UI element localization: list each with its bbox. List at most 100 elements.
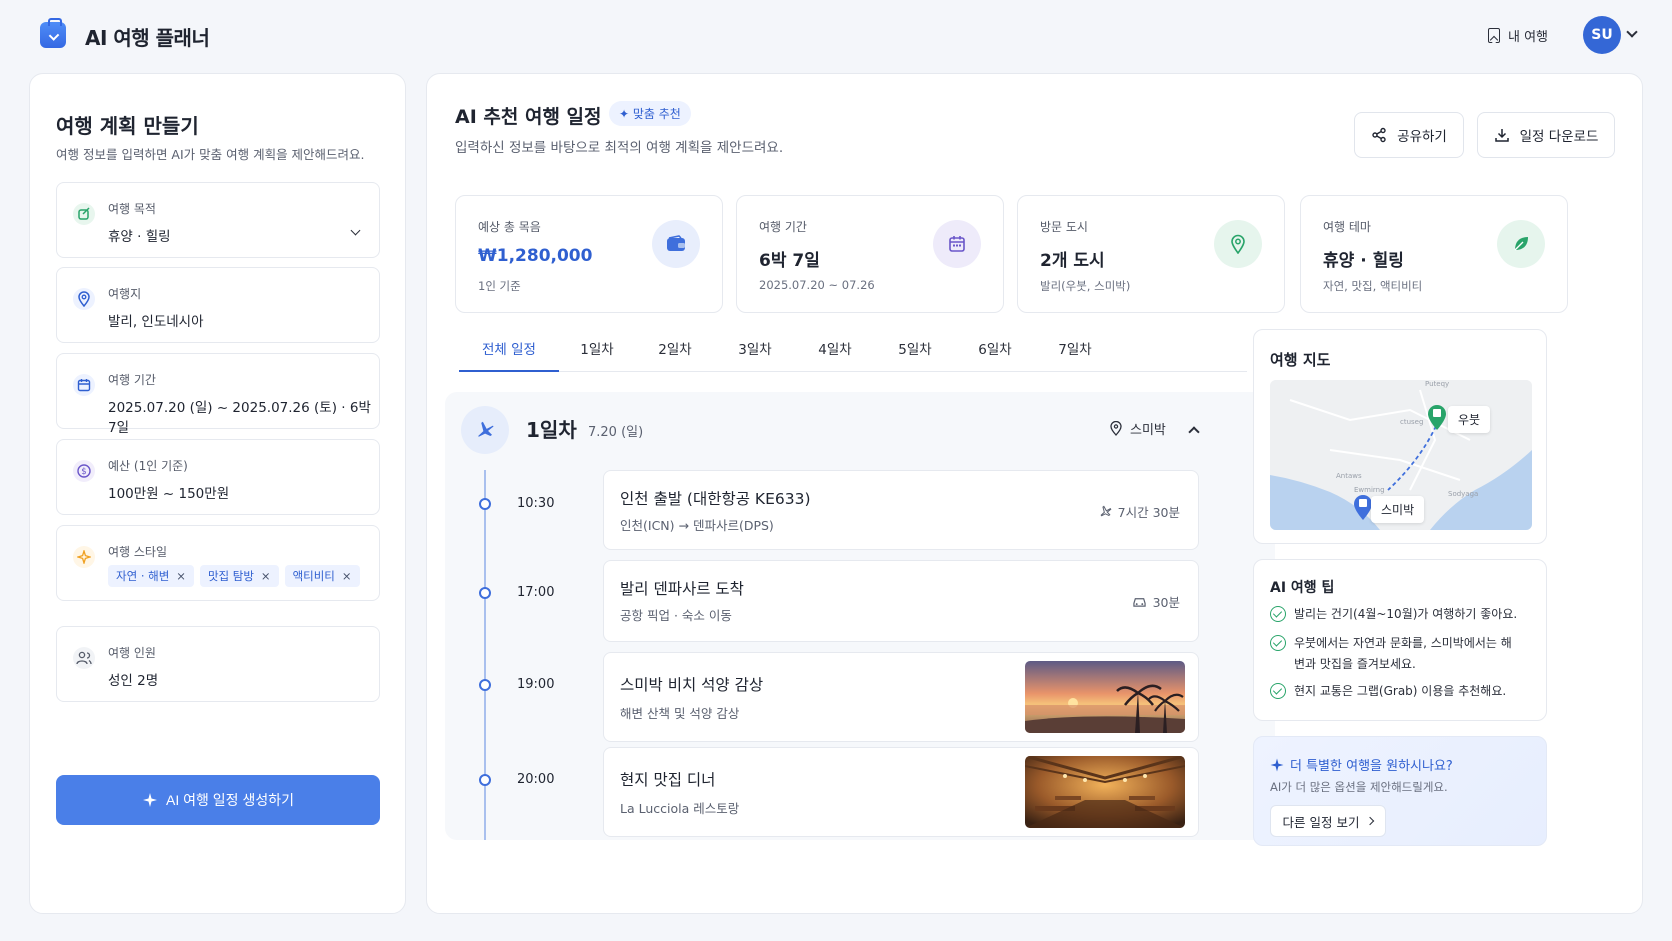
check-circle-icon	[1270, 606, 1286, 622]
budget-value: 100만원 ~ 150만원	[108, 486, 230, 502]
period-field[interactable]: 여행 기간 2025.07.20 (일) ~ 2025.07.26 (토) · …	[56, 353, 380, 436]
purpose-value: 휴양 · 힐링	[108, 229, 171, 245]
destination-field[interactable]: 여행지 발리, 인도네시아	[56, 267, 380, 343]
day-location: 스미박	[1110, 419, 1166, 438]
destination-value: 발리, 인도네시아	[108, 314, 204, 330]
day-tabs: 전체 일정 1일차 2일차 3일차 4일차 5일차 6일차 7일차	[459, 330, 1247, 372]
plane-icon	[461, 406, 509, 454]
timeline-dot	[479, 587, 491, 599]
people-label: 여행 인원	[108, 646, 156, 660]
bookmark-icon	[1488, 28, 1500, 43]
style-tags: 자연 · 해변 × 맛집 탐방 × 액티비티 ×	[108, 565, 366, 587]
tab-day-5[interactable]: 5일차	[875, 330, 955, 372]
close-icon[interactable]: ×	[261, 569, 271, 583]
tab-all[interactable]: 전체 일정	[459, 330, 559, 372]
check-circle-icon	[1270, 635, 1286, 651]
day-location-label: 스미박	[1130, 423, 1166, 438]
svg-text:$: $	[81, 467, 86, 477]
share-button[interactable]: 공유하기	[1354, 112, 1464, 158]
style-tag[interactable]: 맛집 탐방 ×	[199, 565, 279, 587]
stat-card-theme: 여행 테마 휴양 · 힐링 자연, 맛집, 액티비티	[1300, 195, 1568, 313]
map-pin-icon	[1214, 220, 1262, 268]
dollar-coin-icon: $	[73, 460, 95, 482]
wallet-icon	[652, 220, 700, 268]
timeline-dot	[479, 774, 491, 786]
destination-label: 여행지	[108, 287, 142, 301]
trip-form-panel: 여행 계획 만들기 여행 정보를 입력하면 AI가 맞춤 여행 계획을 제안해드…	[29, 73, 406, 914]
event-card[interactable]: 스미박 비치 석양 감상 해변 산책 및 석양 감상	[603, 652, 1199, 742]
calendar-icon	[933, 220, 981, 268]
purpose-select[interactable]: 여행 목적 휴양 · 힐링	[56, 182, 380, 258]
chevron-up-icon[interactable]	[1188, 426, 1200, 438]
custom-recommend-badge: ✦ 맞춤 추천	[609, 101, 691, 126]
stat-value: 2개 도시	[1040, 251, 1105, 271]
itinerary-title: AI 추천 여행 일정	[455, 106, 602, 128]
map-place-label: Ewmirng	[1354, 486, 1385, 494]
tab-day-7[interactable]: 7일차	[1035, 330, 1115, 372]
generate-itinerary-button[interactable]: AI 여행 일정 생성하기	[56, 775, 380, 825]
stat-sub: 자연, 맛집, 액티비티	[1323, 279, 1423, 293]
tip-item: 현지 교통은 그랩(Grab) 이용을 추천해요.	[1270, 681, 1506, 702]
day-date: 7.20 (일)	[588, 425, 644, 440]
calendar-icon	[73, 374, 95, 396]
promo-title: 더 특별한 여행을 원하시나요?	[1270, 755, 1453, 774]
check-circle-icon	[1270, 683, 1286, 699]
tab-day-1[interactable]: 1일차	[559, 330, 635, 372]
my-trip-link[interactable]: 내 여행	[1488, 26, 1548, 45]
people-value: 성인 2명	[108, 673, 159, 689]
budget-field[interactable]: $ 예산 (1인 기준) 100만원 ~ 150만원	[56, 439, 380, 515]
leaf-icon	[1497, 220, 1545, 268]
event-time: 10:30	[517, 496, 555, 511]
stat-card-period: 여행 기간 6박 7일 2025.07.20 ~ 07.26	[736, 195, 1004, 313]
event-duration: 30분	[1132, 592, 1180, 611]
close-icon[interactable]: ×	[176, 569, 186, 583]
tip-item: 우붓에서는 자연과 문화를, 스미박에서는 해변과 맛집을 즐겨보세요.	[1270, 633, 1520, 675]
suitcase-logo-icon	[40, 18, 66, 48]
travel-map[interactable]: Puteqy ctuseg Antaws Sodyaga Ewmirng 우붓 …	[1270, 380, 1532, 530]
avatar[interactable]: SU	[1583, 16, 1621, 54]
tab-day-2[interactable]: 2일차	[635, 330, 715, 372]
event-card[interactable]: 인천 출발 (대한항공 KE633) 인천(ICN) → 덴파사르(DPS) 7…	[603, 470, 1199, 550]
users-icon	[73, 647, 95, 669]
itinerary-subtitle: 입력하신 정보를 바탕으로 최적의 여행 계획을 제안드려요.	[455, 140, 784, 156]
map-pin-ubud[interactable]: 우붓	[1448, 406, 1491, 433]
sparkle-icon	[143, 793, 158, 807]
share-icon	[1372, 127, 1386, 143]
tab-day-3[interactable]: 3일차	[715, 330, 795, 372]
share-label: 공유하기	[1397, 129, 1447, 145]
stat-value: ₩1,280,000	[478, 246, 593, 266]
stat-sub: 발리(우붓, 스미박)	[1040, 279, 1131, 293]
map-pin-icon	[1110, 421, 1122, 436]
map-pin-icon	[73, 288, 95, 310]
generate-label: AI 여행 일정 생성하기	[166, 792, 294, 808]
tab-day-6[interactable]: 6일차	[955, 330, 1035, 372]
event-card[interactable]: 발리 덴파사르 도착 공항 픽업 · 숙소 이동 30분	[603, 560, 1199, 642]
sparkle-icon	[1270, 758, 1284, 771]
stat-card-budget: 예상 총 목음 ₩1,280,000 1인 기준	[455, 195, 723, 313]
close-icon[interactable]: ×	[342, 569, 352, 583]
map-place-label: ctuseg	[1400, 418, 1423, 426]
event-duration: 7시간 30분	[1099, 502, 1180, 521]
event-time: 17:00	[517, 585, 555, 600]
chevron-down-icon[interactable]	[1626, 26, 1638, 38]
event-title: 스미박 비치 석양 감상	[620, 676, 764, 694]
plane-icon	[1100, 505, 1112, 517]
stat-sub: 1인 기준	[478, 279, 521, 293]
purpose-label: 여행 목적	[108, 202, 156, 216]
style-field[interactable]: 여행 스타일 자연 · 해변 × 맛집 탐방 × 액티비티 ×	[56, 525, 380, 601]
style-label: 여행 스타일	[108, 545, 168, 559]
event-card[interactable]: 현지 맛집 디너 La Lucciola 레스토랑	[603, 747, 1199, 837]
promo-card: 더 특별한 여행을 원하시나요? AI가 더 많은 옵션을 제안해드릴게요. 다…	[1253, 736, 1547, 846]
map-place-label: Sodyaga	[1448, 490, 1478, 498]
map-pin-seminyak[interactable]: 스미박	[1371, 496, 1425, 523]
tab-day-4[interactable]: 4일차	[795, 330, 875, 372]
event-sub: 해변 산책 및 석양 감상	[620, 706, 740, 721]
other-itinerary-button[interactable]: 다른 일정 보기	[1270, 805, 1386, 837]
chevron-down-icon[interactable]	[350, 225, 361, 236]
style-tag[interactable]: 자연 · 해변 ×	[108, 565, 194, 587]
people-field[interactable]: 여행 인원 성인 2명	[56, 626, 380, 702]
style-tag[interactable]: 액티비티 ×	[284, 565, 360, 587]
map-title: 여행 지도	[1270, 351, 1331, 369]
event-sub: 인천(ICN) → 덴파사르(DPS)	[620, 518, 774, 533]
download-button[interactable]: 일정 다운로드	[1477, 112, 1615, 158]
